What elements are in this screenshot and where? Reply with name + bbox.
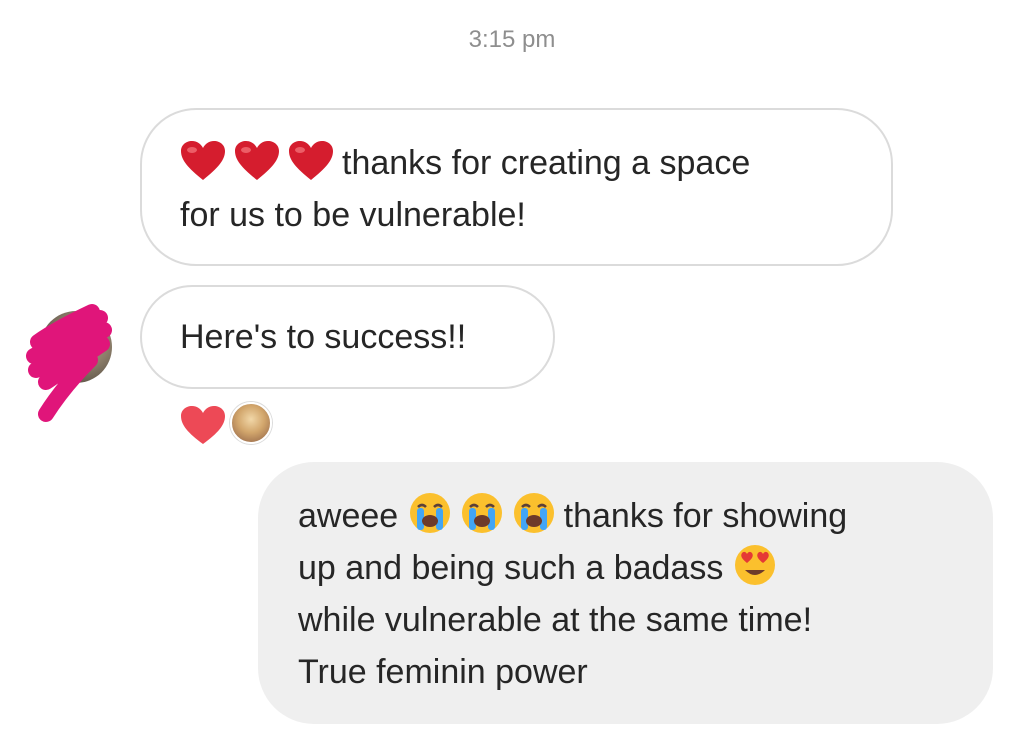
loudly-crying-face-icon [513,493,554,533]
message-text: for us to be vulnerable! [180,196,526,234]
message-line: aweee thanks for showing [298,490,963,542]
message-text: aweee [298,497,399,535]
message-line: thanks for creating a space [180,137,855,189]
reactor-avatar[interactable] [230,402,272,444]
heart-eyes-face-icon [734,545,775,585]
loudly-crying-face-icon [461,493,502,533]
chat-thread: 3:15 pm thanks for creating a space for … [0,0,1024,742]
sent-message-bubble[interactable]: aweee thanks for showing up and being su… [258,462,993,724]
received-message-bubble[interactable]: thanks for creating a space for us to be… [140,108,893,266]
red-heart-icon [289,141,333,180]
message-text: while vulnerable at the same time! [298,601,813,639]
red-heart-icon [181,141,225,180]
message-text: thanks for showing [563,497,848,535]
loudly-crying-face-icon [409,493,450,533]
message-text: thanks for creating a space [342,144,751,182]
red-heart-icon [235,141,279,180]
message-timestamp: 3:15 pm [468,26,556,53]
reaction-heart-icon[interactable] [179,404,227,446]
message-line: up and being such a badass [298,542,963,594]
message-text: up and being such a badass [298,549,724,587]
redaction-scribble [26,304,112,422]
message-text: True feminin power [298,653,588,691]
received-message-bubble[interactable]: Here's to success!! [140,285,555,389]
message-text: Here's to success!! [180,318,467,356]
